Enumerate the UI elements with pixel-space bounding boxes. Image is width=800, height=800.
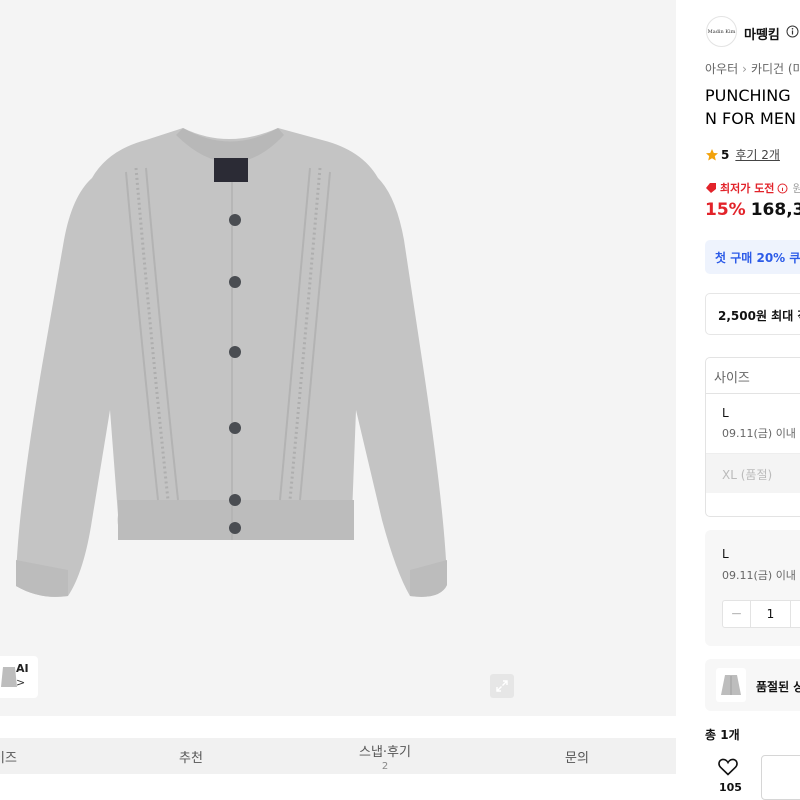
- size-option-l-name: L: [722, 406, 729, 420]
- breadcrumb: 아우터 › 카디건 (미: [705, 60, 800, 77]
- review-count-link[interactable]: 후기 2개: [735, 146, 780, 163]
- rating-row: 5 후기 2개: [705, 146, 780, 163]
- expand-icon: [496, 680, 508, 692]
- info-small-icon[interactable]: [777, 183, 788, 194]
- tab-size[interactable]: 이즈: [0, 738, 50, 774]
- chevron-right-icon: >: [16, 676, 26, 689]
- section-tab-bar: 이즈 추천 스냅·후기 2 문의: [0, 738, 676, 774]
- soldout-banner-text: 품절된 상: [756, 680, 800, 694]
- quantity-value[interactable]: 1: [751, 601, 791, 627]
- cardigan-icon: [721, 675, 741, 695]
- tab-snap-review-count: 2: [381, 760, 389, 772]
- product-title-line-2: N FOR MEN: [705, 109, 796, 128]
- discount-rate: 15%: [705, 200, 746, 220]
- brand-logo[interactable]: Madin Kim: [706, 16, 737, 47]
- price-row: 15%168,30: [705, 200, 800, 220]
- brand-name-link[interactable]: 마뗑킴: [744, 24, 780, 43]
- price-tag-icon: [706, 183, 716, 193]
- lowest-price-badge: 최저가 도전 원: [705, 180, 800, 196]
- quantity-decrease-button[interactable]: −: [723, 601, 751, 627]
- selected-option-shipping: 09.11(금) 이내: [722, 569, 796, 582]
- selected-option-name: L: [722, 547, 729, 561]
- soldout-item-banner[interactable]: 품절된 상: [705, 659, 800, 711]
- sale-price: 168,30: [750, 200, 800, 220]
- breadcrumb-outer[interactable]: 아우터: [705, 62, 738, 76]
- product-title: PUNCHING N FOR MEN: [705, 84, 796, 130]
- soldout-thumbnail-icon: [716, 668, 746, 702]
- tab-snap-review-label: 스냅·후기: [359, 744, 411, 760]
- tab-inquiry-label: 문의: [565, 750, 589, 766]
- quantity-stepper: − 1: [722, 600, 800, 628]
- product-info-panel: Madin Kim 마뗑킴 아우터 › 카디건 (미 PUNCHING N FOR …: [688, 0, 800, 800]
- size-dropdown-header[interactable]: 사이즈: [706, 358, 800, 394]
- ai-similar-button[interactable]: AI >: [0, 656, 38, 698]
- product-title-line-1: PUNCHING: [705, 86, 791, 105]
- size-option-l-shipping: 09.11(금) 이내: [722, 427, 796, 440]
- brand-logo-text: Madin Kim: [707, 28, 736, 35]
- ai-label: AI: [16, 662, 29, 675]
- points-info-box[interactable]: 2,500원 최대 적: [705, 293, 800, 335]
- tab-inquiry[interactable]: 문의: [532, 738, 622, 774]
- total-count: 총 1개: [705, 728, 740, 742]
- lowest-price-label: 최저가 도전: [720, 182, 775, 195]
- size-option-xl-soldout: XL (품절): [706, 453, 800, 493]
- cart-button[interactable]: [761, 755, 800, 800]
- product-photo-cardigan: [16, 128, 447, 597]
- rating-score: 5: [721, 147, 730, 162]
- tab-size-label: 이즈: [0, 750, 17, 766]
- like-count: 105: [719, 781, 742, 794]
- breadcrumb-chevron-icon: ›: [742, 62, 747, 76]
- first-purchase-coupon-banner[interactable]: 첫 구매 20% 쿠: [705, 240, 800, 274]
- star-icon: [706, 148, 718, 160]
- tab-recommend[interactable]: 추천: [146, 738, 236, 774]
- tab-recommend-label: 추천: [179, 750, 203, 766]
- size-dropdown[interactable]: 사이즈 L 09.11(금) 이내 XL (품절): [705, 357, 800, 517]
- original-price-struck: 원: [792, 182, 800, 195]
- product-image-gallery[interactable]: AI >: [0, 0, 676, 716]
- info-icon[interactable]: [786, 25, 799, 38]
- heart-icon[interactable]: [718, 758, 738, 776]
- expand-image-button[interactable]: [490, 674, 514, 698]
- breadcrumb-cardigan[interactable]: 카디건 (미: [751, 62, 800, 76]
- selected-option-card: L 09.11(금) 이내 − 1: [705, 530, 800, 646]
- tab-snap-review[interactable]: 스냅·후기 2: [335, 738, 435, 774]
- size-option-l[interactable]: L 09.11(금) 이내: [706, 394, 800, 453]
